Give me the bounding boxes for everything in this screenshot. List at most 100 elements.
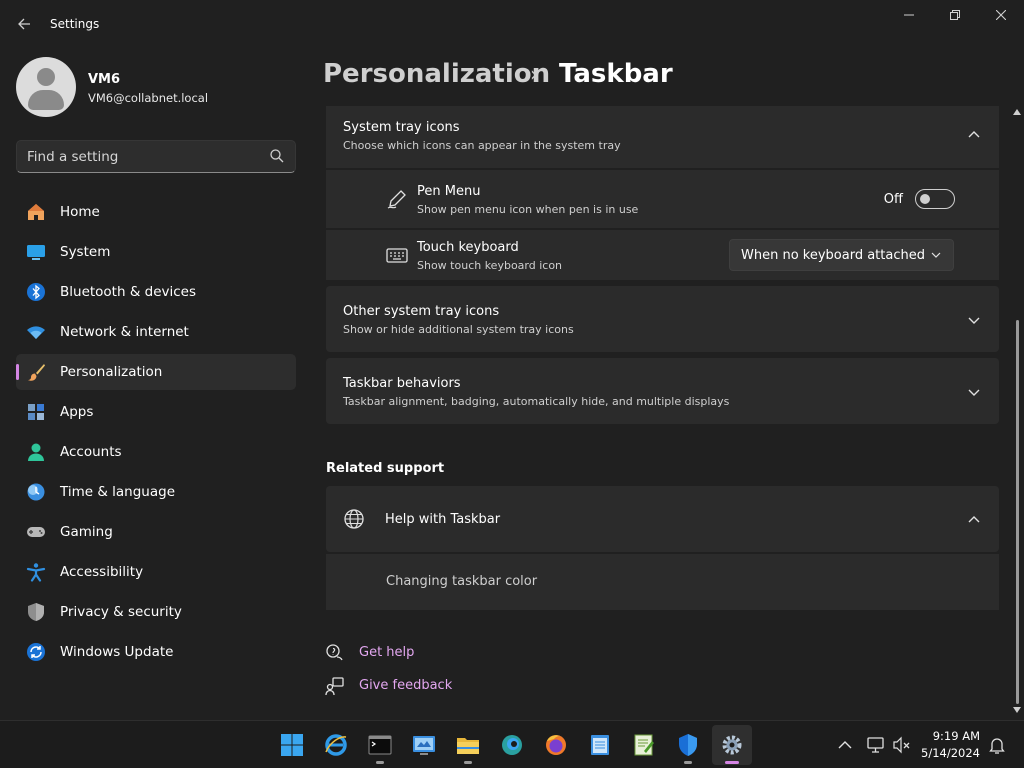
edge-icon (502, 735, 522, 755)
search-input[interactable] (27, 147, 267, 167)
user-email: VM6@collabnet.local (88, 91, 209, 105)
network-icon[interactable] (866, 735, 886, 755)
settings-window: Settings VM6 VM6@collabnet.local Home Sy… (0, 0, 1024, 720)
gamepad-icon (27, 527, 45, 537)
update-icon (27, 643, 45, 661)
avatar-body (28, 90, 64, 110)
get-help-icon (326, 644, 343, 661)
taskbar-app-terminal[interactable] (360, 725, 400, 765)
settings-icon (722, 735, 742, 755)
restore-icon (950, 10, 960, 20)
sidebar-item-time-language[interactable]: Time & language (16, 474, 296, 510)
clock-time[interactable]: 9:19 AM (933, 729, 980, 743)
notepad-icon (591, 735, 609, 755)
clock-date[interactable]: 5/14/2024 (921, 746, 980, 760)
close-button[interactable] (986, 6, 1016, 26)
taskbar-behaviors-card[interactable]: Taskbar behaviors Taskbar alignment, bad… (326, 358, 999, 424)
show-hidden-icons-chevron-icon[interactable] (835, 735, 855, 755)
sidebar-item-accessibility[interactable]: Accessibility (16, 554, 296, 590)
other-system-tray-icons-card[interactable]: Other system tray icons Show or hide add… (326, 286, 999, 352)
sidebar-item-privacy[interactable]: Privacy & security (16, 594, 296, 630)
sidebar-item-apps[interactable]: Apps (16, 394, 296, 430)
chevron-down-icon (931, 252, 941, 258)
give-feedback-link[interactable]: Give feedback (359, 678, 452, 693)
clock-icon (27, 483, 45, 501)
scroll-up-arrow-icon[interactable] (1013, 108, 1021, 116)
touch-keyboard-row: Touch keyboard Show touch keyboard icon … (326, 230, 999, 280)
app-title: Settings (50, 17, 100, 31)
firefox-icon (546, 735, 566, 755)
running-indicator (684, 761, 692, 764)
back-arrow-icon (18, 18, 30, 30)
sidebar-nav: Home System Bluetooth & devices Network … (16, 194, 296, 674)
minimize-button[interactable] (894, 6, 924, 26)
active-indicator (725, 761, 739, 764)
pen-menu-row: Pen Menu Show pen menu icon when pen is … (326, 170, 999, 228)
start-icon (281, 734, 303, 756)
taskbar-app-editor[interactable] (624, 725, 664, 765)
system-tray-icons-header[interactable]: System tray icons Choose which icons can… (326, 106, 999, 168)
taskbar-app-notepad[interactable] (580, 725, 620, 765)
settings-content: System tray icons Choose which icons can… (326, 106, 999, 720)
avatar[interactable] (16, 57, 76, 117)
sidebar-item-network[interactable]: Network & internet (16, 314, 296, 350)
editor-icon (634, 734, 654, 756)
help-links-row: Changing taskbar color (326, 554, 999, 610)
taskbar-app-firefox[interactable] (536, 725, 576, 765)
taskbar-app-settings[interactable] (712, 725, 752, 765)
touch-keyboard-dropdown[interactable]: When no keyboard attached (729, 239, 954, 271)
restore-button[interactable] (940, 6, 970, 26)
breadcrumb-parent[interactable]: Personalization (323, 59, 550, 89)
taskbar-app-edge[interactable] (492, 725, 532, 765)
volume-muted-icon[interactable] (892, 735, 912, 755)
sidebar-item-personalization[interactable]: Personalization (16, 354, 296, 390)
sidebar-item-bluetooth[interactable]: Bluetooth & devices (16, 274, 296, 310)
terminal-icon (368, 735, 392, 755)
wifi-icon (27, 326, 45, 339)
chevron-down-icon[interactable] (967, 313, 981, 327)
brush-icon (28, 364, 45, 381)
pen-menu-state: Off (883, 192, 903, 207)
internet-explorer-icon (325, 734, 347, 756)
get-help-link[interactable]: Get help (359, 645, 414, 660)
minimize-icon (904, 14, 914, 16)
chevron-up-icon[interactable] (967, 513, 981, 527)
sidebar-item-accounts[interactable]: Accounts (16, 434, 296, 470)
breadcrumb-separator: › (530, 62, 538, 86)
avatar-head (37, 68, 55, 86)
toggle-knob (920, 194, 930, 204)
search-box (16, 140, 296, 173)
taskbar-app-internet-explorer[interactable] (316, 725, 356, 765)
help-with-taskbar-header[interactable]: Help with Taskbar (326, 486, 999, 552)
scrollbar-thumb[interactable] (1016, 320, 1019, 704)
taskbar-app-file-explorer[interactable] (448, 725, 488, 765)
chevron-down-icon[interactable] (967, 385, 981, 399)
pen-menu-toggle[interactable] (915, 189, 955, 209)
changing-taskbar-color-link[interactable]: Changing taskbar color (386, 574, 537, 589)
chevron-up-icon[interactable] (967, 128, 981, 142)
keyboard-icon (386, 248, 408, 263)
accounts-icon (28, 443, 44, 461)
back-button[interactable] (10, 12, 38, 36)
scroll-down-arrow-icon[interactable] (1013, 706, 1021, 714)
running-indicator (464, 761, 472, 764)
start-button[interactable] (272, 725, 312, 765)
close-icon (995, 9, 1007, 21)
sidebar-item-home[interactable]: Home (16, 194, 296, 230)
notification-bell-icon[interactable] (987, 735, 1007, 755)
control-panel-icon (413, 736, 435, 755)
apps-icon (28, 404, 44, 420)
system-icon (27, 245, 45, 260)
sidebar-item-gaming[interactable]: Gaming (16, 514, 296, 550)
shield-icon (28, 603, 44, 621)
sidebar-item-windows-update[interactable]: Windows Update (16, 634, 296, 670)
sidebar-item-system[interactable]: System (16, 234, 296, 270)
page-title: Taskbar (559, 59, 673, 89)
user-name: VM6 (88, 72, 121, 87)
related-support-title: Related support (326, 461, 445, 476)
taskbar-app-defender[interactable] (668, 725, 708, 765)
taskbar-app-control-panel[interactable] (404, 725, 444, 765)
search-icon[interactable] (269, 148, 285, 164)
pen-icon (387, 190, 406, 209)
title-bar: Settings (0, 0, 1024, 48)
